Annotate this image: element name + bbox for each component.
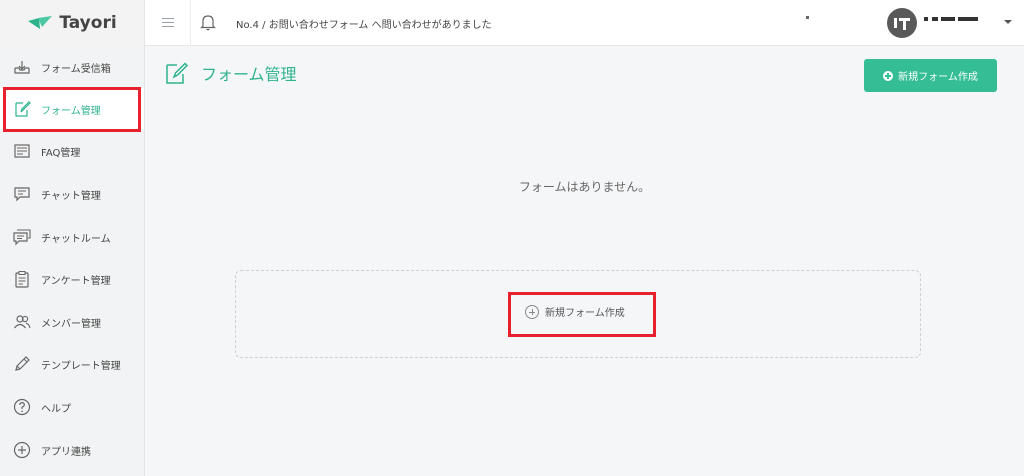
sidebar-item-faq[interactable]: FAQ管理: [0, 130, 144, 172]
app-logo[interactable]: Tayori: [27, 13, 117, 33]
sidebar-item-chat-room[interactable]: チャットルーム: [0, 216, 144, 258]
user-name-redacted[interactable]: [924, 12, 982, 24]
inbox-icon: [13, 58, 31, 76]
sidebar-item-help[interactable]: ヘルプ: [0, 386, 144, 428]
sidebar-item-form-management[interactable]: フォーム管理: [0, 88, 144, 130]
clipboard-icon: [13, 270, 31, 288]
notification-text[interactable]: No.4 / お問い合わせフォーム へ問い合わせがありました: [236, 16, 492, 31]
empty-state-message: フォームはありません。: [518, 180, 651, 194]
sidebar-item-chat-management[interactable]: チャット管理: [0, 173, 144, 215]
plus-circle-icon: [13, 441, 31, 459]
edit-form-icon: [13, 100, 31, 118]
top-bar: Tayori No.4 / お問い合わせフォーム へ問い合わせがありました: [0, 0, 1024, 46]
plus-circle-icon: [883, 70, 894, 81]
sidebar-item-form-inbox[interactable]: フォーム受信箱: [0, 46, 144, 88]
plus-circle-icon: [525, 304, 539, 319]
new-form-button[interactable]: 新規フォーム作成: [864, 59, 997, 92]
user-menu-caret-icon[interactable]: [1004, 20, 1012, 24]
bell-icon[interactable]: [200, 13, 216, 31]
create-form-link[interactable]: 新規フォーム作成: [525, 304, 625, 319]
members-icon: [13, 313, 31, 331]
menu-toggle-icon[interactable]: [158, 12, 178, 32]
sidebar-item-label: FAQ管理: [41, 147, 81, 159]
faq-list-icon: [13, 142, 31, 160]
logo-area: Tayori: [0, 0, 145, 46]
sidebar: フォーム受信箱 フォーム管理 FAQ管理 チャット管理 チャットルーム アンケー…: [0, 46, 145, 476]
main-content: フォーム管理 新規フォーム作成 フォームはありません。 新規フォーム作成: [145, 46, 1024, 476]
tayori-logo-icon: [28, 16, 53, 29]
page-header: フォーム管理: [163, 60, 297, 86]
sidebar-item-label: フォーム受信箱: [41, 63, 111, 75]
sidebar-item-label: テンプレート管理: [41, 360, 121, 372]
page-title: フォーム管理: [201, 65, 297, 84]
new-form-button-label: 新規フォーム作成: [898, 72, 978, 83]
edit-form-icon: [166, 62, 189, 84]
chat-icon: [13, 185, 31, 203]
help-icon: [13, 398, 31, 416]
sidebar-item-label: アプリ連携: [41, 446, 91, 458]
app-name: Tayori: [59, 13, 117, 33]
sidebar-item-members[interactable]: メンバー管理: [0, 301, 144, 343]
sidebar-item-label: アンケート管理: [41, 275, 111, 287]
sidebar-item-label: メンバー管理: [41, 318, 101, 330]
chat-room-icon: [13, 228, 31, 246]
sidebar-item-label: フォーム管理: [41, 105, 101, 117]
pencil-icon: [13, 355, 31, 373]
sidebar-item-label: チャット管理: [41, 190, 101, 202]
sidebar-item-label: チャットルーム: [41, 233, 111, 245]
topbar-divider: [190, 0, 191, 46]
sidebar-item-survey[interactable]: アンケート管理: [0, 258, 144, 300]
avatar[interactable]: [887, 8, 917, 38]
sidebar-item-label: ヘルプ: [41, 403, 71, 415]
sidebar-item-app-integration[interactable]: アプリ連携: [0, 429, 144, 471]
status-dot: [806, 16, 809, 19]
sidebar-item-templates[interactable]: テンプレート管理: [0, 343, 144, 385]
create-form-link-label: 新規フォーム作成: [545, 308, 625, 319]
